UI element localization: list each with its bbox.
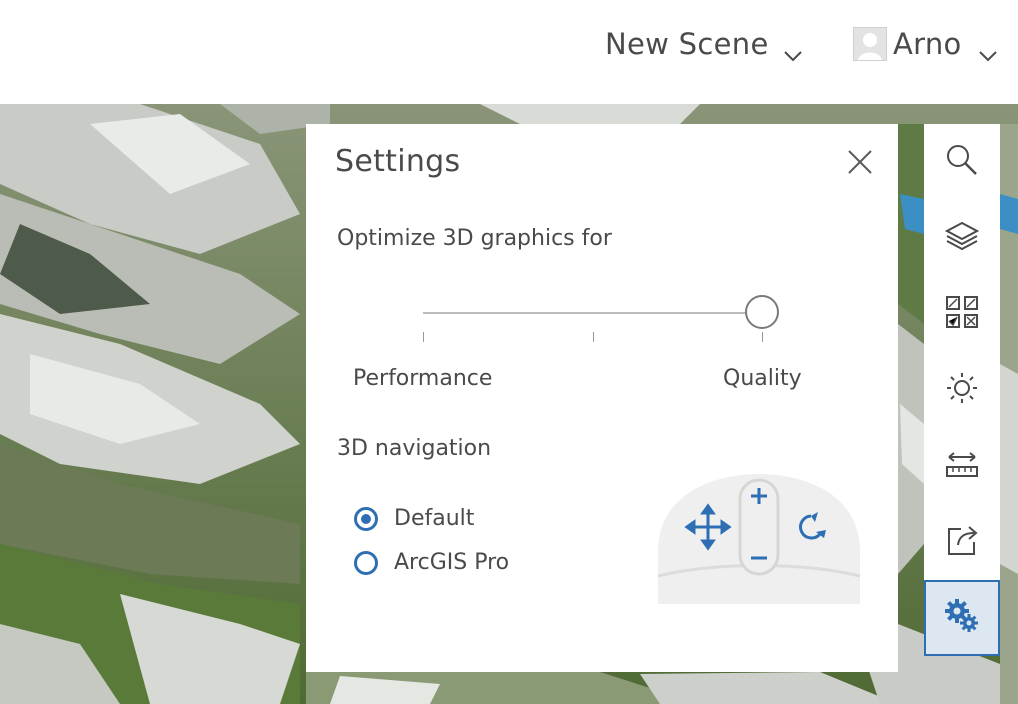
settings-panel: Settings Optimize 3D graphics for Perfor… — [306, 124, 898, 672]
radio-label: Default — [394, 506, 475, 531]
user-name: Arno — [893, 27, 962, 61]
optimize-label: Optimize 3D graphics for — [337, 226, 612, 251]
mouse-navigation-illustration — [656, 472, 862, 608]
daylight-icon — [945, 371, 979, 409]
scene-menu-label: New Scene — [605, 27, 769, 61]
basemap-gallery-icon — [945, 295, 979, 333]
app-header: New Scene Arno — [0, 0, 1018, 104]
avatar — [853, 27, 887, 61]
slider-tick — [762, 332, 763, 342]
widget-toolbar — [924, 124, 1000, 656]
navigation-label: 3D navigation — [337, 436, 492, 461]
daylight-button[interactable] — [924, 352, 1000, 428]
radio-button[interactable] — [354, 506, 378, 531]
quality-slider-thumb[interactable] — [745, 295, 779, 329]
close-icon — [846, 150, 874, 180]
measure-icon — [945, 449, 979, 483]
measure-button[interactable] — [924, 428, 1000, 504]
quality-slider-track[interactable] — [423, 312, 763, 314]
settings-button[interactable] — [924, 580, 1000, 656]
radio-button[interactable] — [354, 550, 378, 575]
chevron-down-icon — [783, 37, 803, 62]
share-button[interactable] — [924, 504, 1000, 580]
layers-icon — [944, 221, 980, 255]
slider-max-label: Quality — [723, 366, 802, 391]
user-menu[interactable]: Arno — [853, 24, 998, 64]
radio-default[interactable]: Default — [354, 506, 474, 531]
panel-title: Settings — [335, 144, 461, 179]
settings-icon — [944, 598, 980, 638]
close-button[interactable] — [846, 148, 874, 176]
slider-tick — [423, 332, 424, 342]
basemap-gallery-button[interactable] — [924, 276, 1000, 352]
share-icon — [945, 523, 979, 561]
scene-menu[interactable]: New Scene — [605, 24, 803, 64]
slider-min-label: Performance — [353, 366, 493, 391]
layers-button[interactable] — [924, 200, 1000, 276]
search-icon — [945, 143, 979, 181]
slider-tick — [593, 332, 594, 342]
radio-label: ArcGIS Pro — [394, 550, 510, 575]
search-button[interactable] — [924, 124, 1000, 200]
radio-arcgis-pro[interactable]: ArcGIS Pro — [354, 550, 509, 575]
chevron-down-icon — [978, 37, 998, 62]
